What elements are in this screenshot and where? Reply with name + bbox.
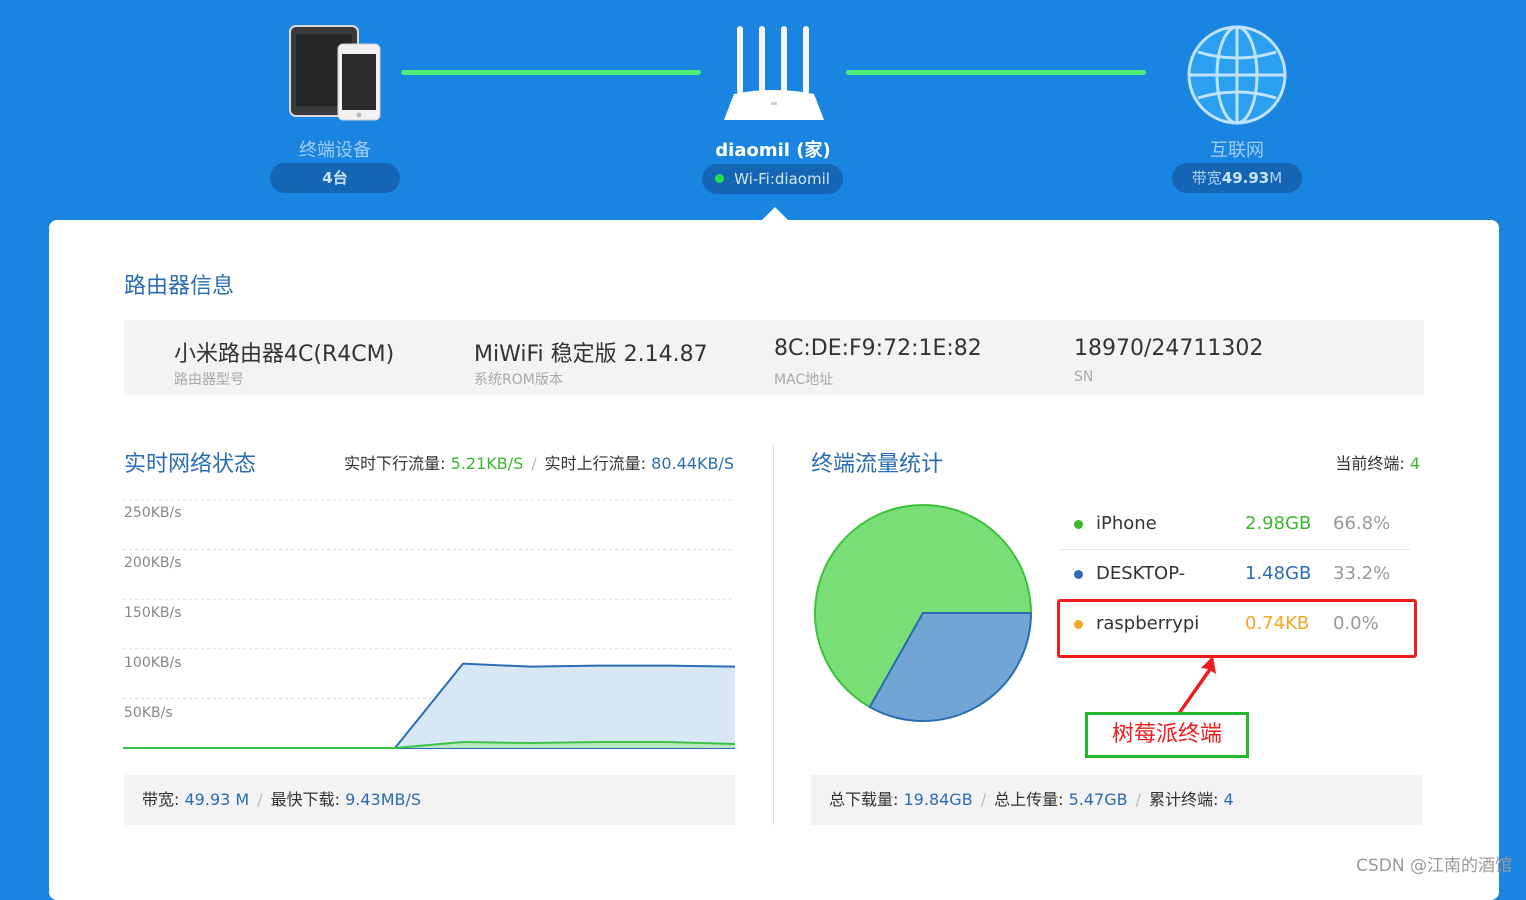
realtime-traffic: 实时下行流量: 5.21KB/S / 实时上行流量: 80.44KB/S [344, 454, 734, 473]
watermark: CSDN @江南的酒馆 [1356, 856, 1512, 876]
max-download-value: 9.43MB/S [345, 790, 422, 809]
bandwidth-value: 49.93 M [184, 790, 250, 809]
device-share: 66.8% [1333, 513, 1391, 534]
total-download-value: 19.84GB [903, 790, 973, 809]
router-info-box: 小米路由器4C(R4CM) 路由器型号 MiWiFi 稳定版 2.14.87 系… [124, 320, 1424, 395]
device-traffic: 1.48GB [1245, 563, 1312, 584]
panel-pointer [762, 207, 788, 220]
device-name: DESKTOP- [1096, 563, 1186, 584]
router-info-title: 路由器信息 [124, 274, 235, 299]
legend-bullet [1074, 520, 1083, 529]
network-summary-bar: 带宽: 49.93 M / 最快下载: 9.43MB/S [124, 775, 735, 825]
devices-count-badge[interactable]: 4台 [270, 163, 400, 193]
cumulative-devices-value: 4 [1223, 790, 1234, 809]
device-share: 33.2% [1333, 563, 1391, 584]
network-status-title: 实时网络状态 [124, 452, 257, 477]
online-status-dot [715, 174, 725, 183]
router-name: diaomil (家) [715, 140, 831, 161]
download-rate: 5.21KB/S [450, 454, 524, 473]
wifi-badge[interactable]: Wi-Fi:diaomil [702, 164, 843, 194]
upload-rate: 80.44KB/S [651, 454, 734, 473]
raspberrypi-callout-label: 树莓派终端 [1085, 712, 1249, 758]
current-devices: 当前终端: 4 [1335, 454, 1420, 473]
traffic-area-chart [123, 499, 735, 749]
bandwidth-badge[interactable]: 带宽49.93M [1172, 163, 1302, 193]
devices-icon[interactable] [288, 24, 382, 122]
link-devices-router [401, 70, 701, 75]
rom-version-label: 系统ROM版本 [474, 372, 563, 388]
column-divider [773, 445, 774, 825]
rom-version-value: MiWiFi 稳定版 2.14.87 [474, 342, 708, 367]
device-row-iphone[interactable]: iPhone 2.98GB 66.8% [1060, 499, 1410, 549]
serial-number-label: SN [1074, 369, 1094, 385]
raspberrypi-highlight-box [1057, 599, 1417, 658]
devices-label: 终端设备 [299, 140, 371, 161]
total-upload-value: 5.47GB [1068, 790, 1128, 809]
traffic-pie-chart [814, 504, 1033, 722]
router-model-label: 路由器型号 [174, 372, 244, 388]
mac-address-label: MAC地址 [774, 372, 834, 388]
traffic-summary-bar: 总下载量: 19.84GB / 总上传量: 5.47GB / 累计终端: 4 [811, 775, 1422, 825]
device-row-desktop[interactable]: DESKTOP- 1.48GB 33.2% [1060, 549, 1410, 599]
annotation-arrow [1178, 656, 1216, 712]
device-name: iPhone [1096, 513, 1157, 534]
globe-icon[interactable] [1186, 24, 1288, 126]
traffic-stats-title: 终端流量统计 [811, 452, 944, 477]
serial-number-value: 18970/24711302 [1074, 336, 1264, 361]
router-icon[interactable] [720, 24, 828, 124]
current-devices-count: 4 [1409, 454, 1420, 473]
internet-label: 互联网 [1210, 140, 1264, 161]
legend-bullet [1074, 570, 1083, 579]
router-model-value: 小米路由器4C(R4CM) [174, 342, 395, 367]
device-traffic: 2.98GB [1245, 513, 1312, 534]
mac-address-value: 8C:DE:F9:72:1E:82 [774, 336, 982, 361]
link-router-internet [846, 70, 1146, 75]
